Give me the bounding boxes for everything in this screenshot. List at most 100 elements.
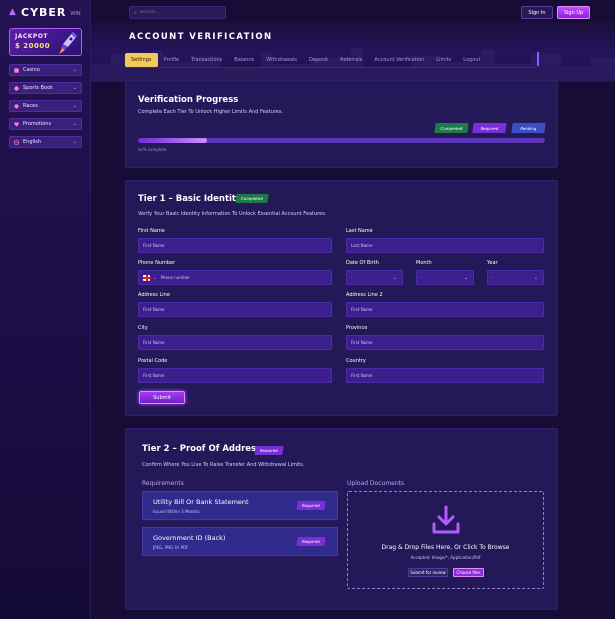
upload-dropzone[interactable]: Drag & Drop Files Here, Or Click To Brow… [347,491,544,589]
ball-icon [14,85,19,91]
requirement-title: Government ID (Back) [153,534,226,542]
verification-progress-card: Verification Progress Complete Each Tier… [125,80,558,168]
requirement-status-badge: Required [296,501,326,510]
sidebar-item-english[interactable]: English ⌄ [9,136,82,148]
sidebar-item-label: Promotions [23,121,52,127]
submit-for-review-button[interactable]: Submit for review [408,568,448,577]
jackpot-banner[interactable]: JACKPOT $ 20000 [9,28,82,56]
last-name-field[interactable] [346,238,544,253]
dob-day-select[interactable]: - ⌄ [346,270,403,285]
chevron-down-icon: ⌄ [72,103,77,109]
progress-title: Verification Progress [138,95,239,105]
dob-year-select[interactable]: - ⌄ [487,270,544,285]
tab-profile[interactable]: Profile [158,53,186,67]
chevron-down-icon: ⌄ [463,274,468,281]
dob-day-value: - [351,275,353,280]
tab-deposit[interactable]: Deposit [303,53,334,67]
country-input[interactable] [351,373,543,378]
tab-withdrawals[interactable]: Withdrawals [260,53,303,67]
legend-completed: Completed [434,123,469,133]
sidebar-item-label: Sports Book [23,85,54,91]
tab-transactions[interactable]: Transactions [185,53,228,67]
tier1-status-badge: Completed [235,194,269,203]
last-name-input[interactable] [351,243,543,248]
tab-account-verification[interactable]: Account Verification [368,53,430,67]
first-name-label: First Name [138,228,165,234]
dob-month-select[interactable]: - ⌄ [416,270,474,285]
tab-settings[interactable]: Settings [125,52,158,67]
uk-flag-icon[interactable] [143,274,152,281]
province-label: Province [346,325,368,331]
dob-year-value: - [492,275,494,280]
download-icon [432,505,460,534]
sidebar-item-sports-book[interactable]: Sports Book ⌄ [9,82,82,94]
chevron-down-icon[interactable]: ⌄ [153,275,156,280]
chevron-down-icon: ⌄ [72,85,77,91]
tier2-subtitle: Confirm Where You Live To Raise Transfer… [142,462,305,468]
sidebar-item-casino[interactable]: Casino ⌄ [9,64,82,76]
chevron-down-icon: ⌄ [533,274,538,281]
progress-subtitle: Complete Each Tier To Unlock Higher Limi… [138,109,284,115]
country-field[interactable] [346,368,544,383]
address-line-label: Address Line [138,292,170,298]
tab-limits[interactable]: Limits [430,53,457,67]
sidebar: ▲ CYBER WIN JACKPOT $ 20000 Casino ⌄ Spo… [0,0,91,619]
province-field[interactable] [346,335,544,350]
sidebar-item-label: English [23,139,42,145]
tab-logout[interactable]: Logout [457,53,486,67]
signin-button[interactable]: Sign In [521,6,553,19]
address-line-2-field[interactable] [346,302,544,317]
postal-code-input[interactable] [143,373,331,378]
globe-icon [14,139,19,145]
requirement-status-badge: Required [296,537,326,546]
sidebar-item-races[interactable]: Races ⌄ [9,100,82,112]
dice-icon [14,67,19,73]
choose-files-button[interactable]: Choose files [453,568,484,577]
legend-pending: Pending [511,123,546,133]
tab-referrals[interactable]: Referrals [334,53,368,67]
sidebar-item-promotions[interactable]: Promotions ⌄ [9,118,82,130]
requirement-title: Utility Bill Or Bank Statement [153,498,249,506]
tier2-card: Tier 2 – Proof Of Address Required Confi… [125,428,558,610]
search-input[interactable] [139,10,220,15]
signup-button[interactable]: Sign Up [557,6,590,19]
logo-text: CYBER [21,6,67,19]
phone-field[interactable]: ⌄ [138,270,332,285]
phone-label: Phone Number [138,260,176,266]
postal-code-label: Postal Code [138,358,168,364]
search-box[interactable]: ⌕ [129,6,226,19]
address-line-input[interactable] [143,307,331,312]
page-title: ACCOUNT VERIFICATION [129,32,273,42]
tab-balance[interactable]: Balance [228,53,260,67]
city-field[interactable] [138,335,332,350]
province-input[interactable] [351,340,543,345]
requirement-card: Government ID (Back) JPEG, PNG Or PDF Re… [142,527,338,556]
upload-heading: Upload Documents [347,480,405,487]
first-name-field[interactable] [138,238,332,253]
tier1-card: Tier 1 – Basic Identity Completed Verify… [125,180,558,416]
city-input[interactable] [143,340,331,345]
tier2-title: Tier 2 – Proof Of Address [142,444,262,454]
jackpot-value: $ 20000 [15,42,51,50]
address-line-field[interactable] [138,302,332,317]
shield-icon [14,103,19,109]
chevron-down-icon: ⌄ [72,139,77,145]
tier1-title: Tier 1 – Basic Identity [138,194,242,204]
sidebar-item-label: Races [23,103,38,109]
jackpot-label: JACKPOT [15,33,49,40]
address-line-2-input[interactable] [351,307,543,312]
phone-input[interactable] [160,275,331,280]
month-label: Month [416,260,432,266]
logo[interactable]: ▲ CYBER WIN [9,6,81,19]
first-name-input[interactable] [143,243,331,248]
dob-month-value: - [421,275,423,280]
upload-title: Drag & Drop Files Here, Or Click To Brow… [381,544,510,551]
submit-button[interactable]: Submit [139,391,185,404]
progress-text: xx% complete [138,147,167,152]
postal-code-field[interactable] [138,368,332,383]
logo-mark-icon: ▲ [9,7,16,17]
heart-icon [14,121,19,127]
requirement-subtitle: JPEG, PNG Or PDF [153,545,189,550]
country-label: Country [346,358,366,364]
requirement-card: Utility Bill Or Bank Statement Issued Wi… [142,491,338,520]
